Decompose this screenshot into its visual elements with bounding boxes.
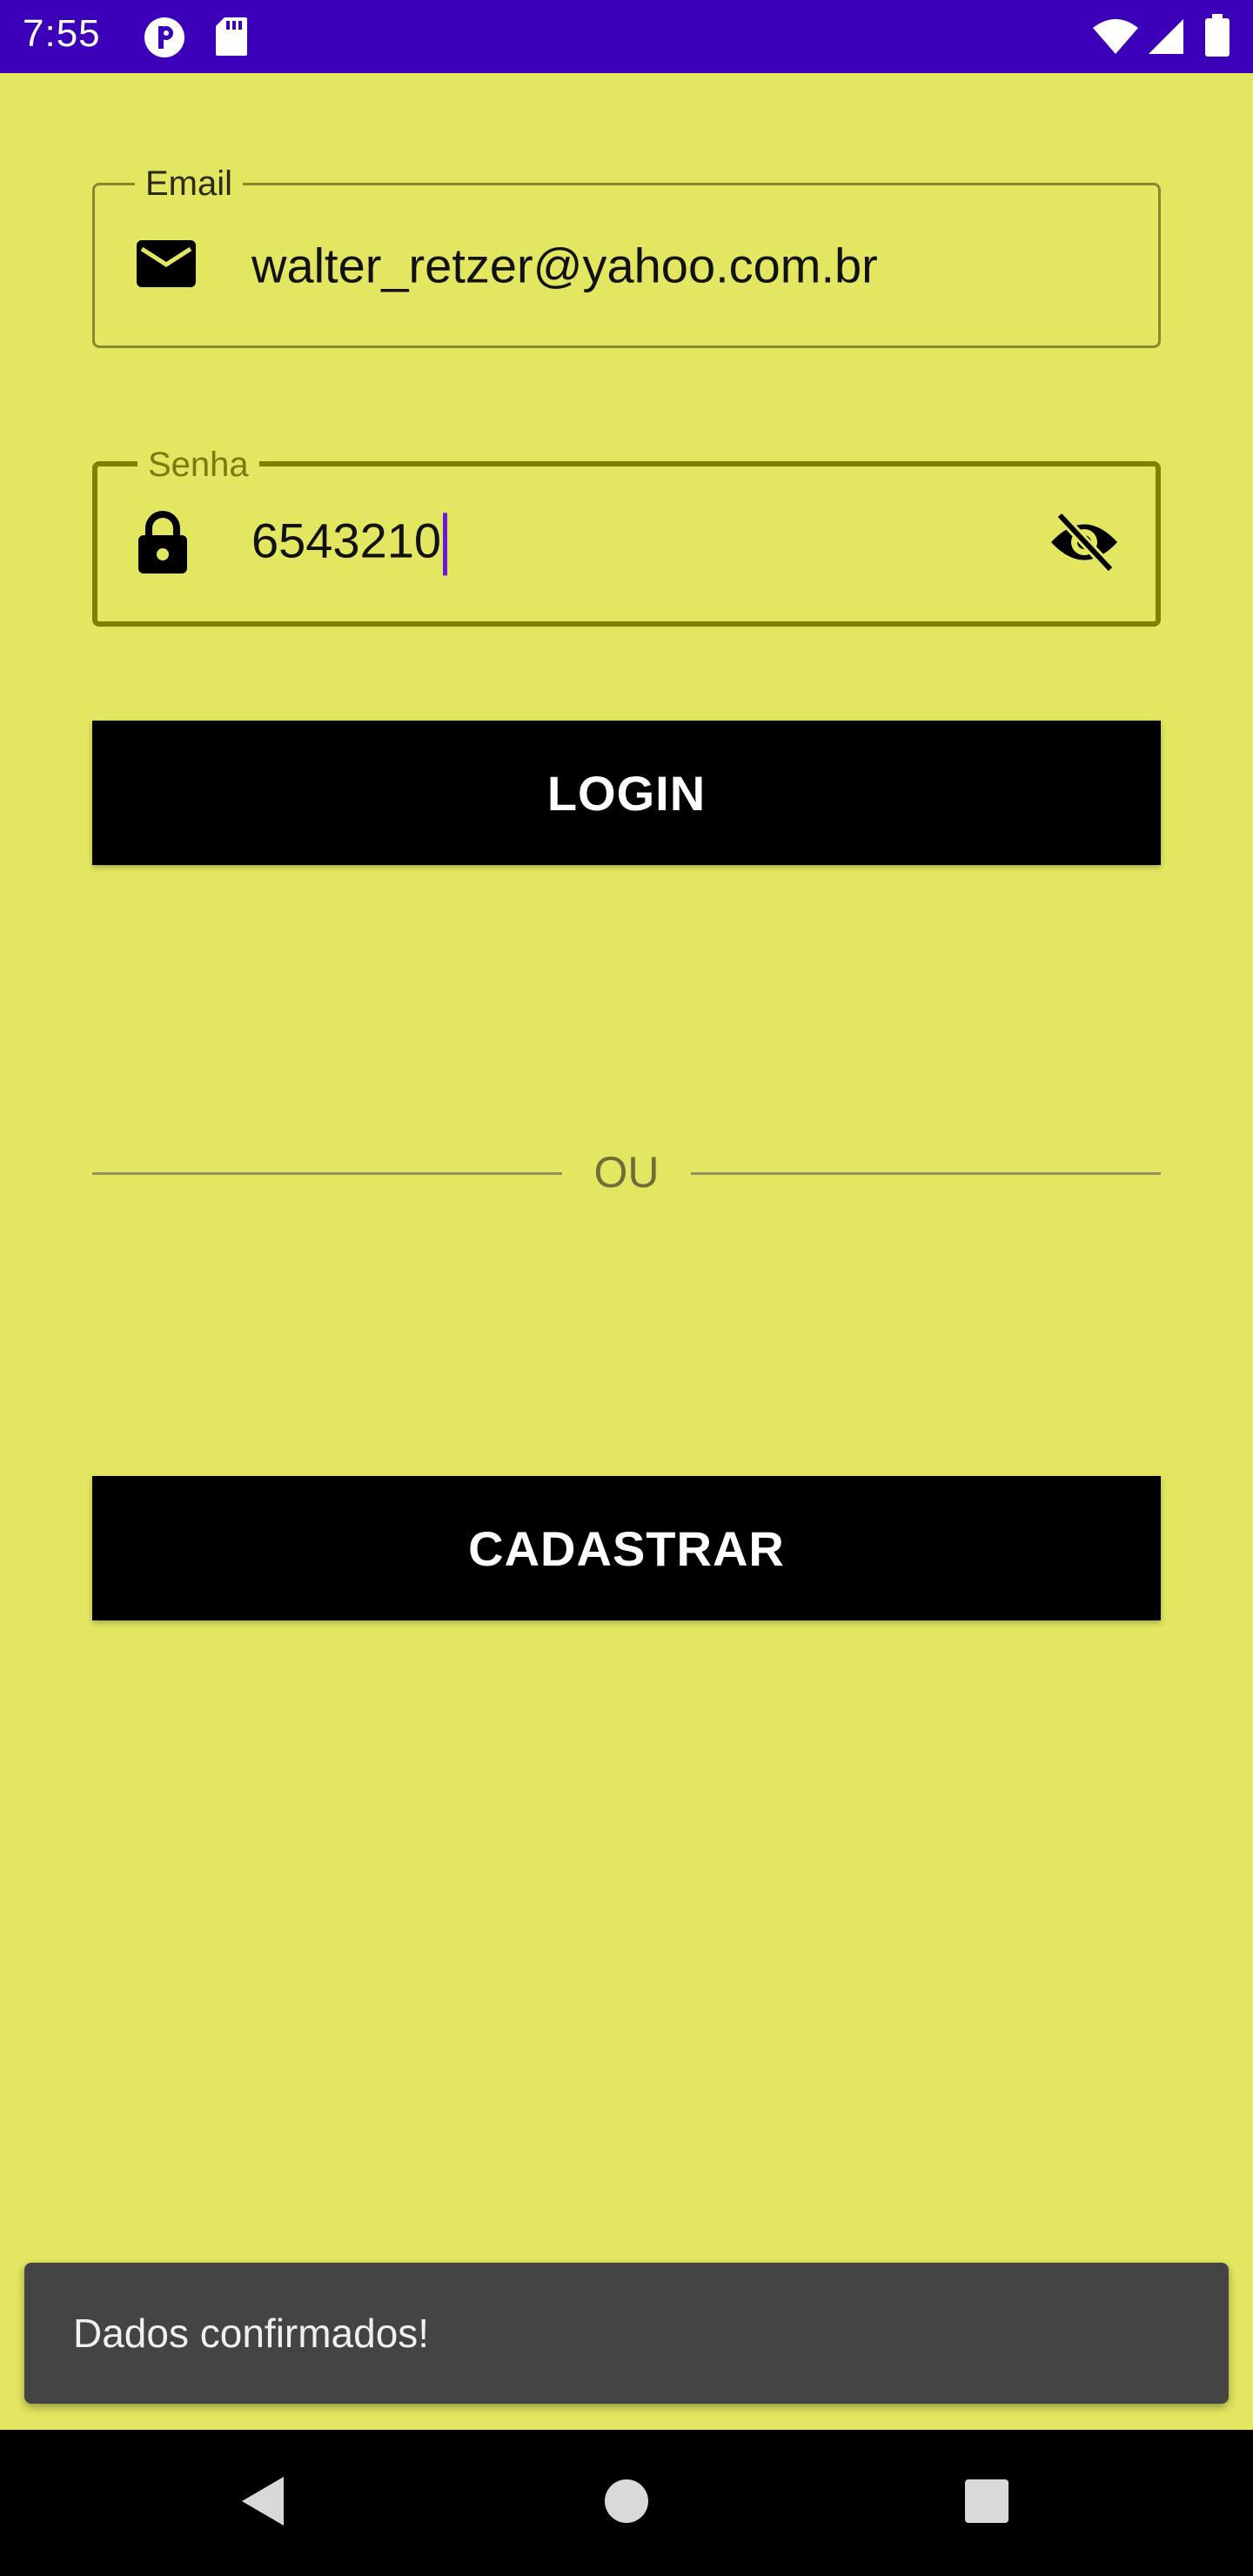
password-label: Senha	[137, 444, 259, 486]
notification-app-icon	[143, 16, 186, 63]
password-field[interactable]: Senha 6543210	[92, 444, 1161, 627]
wifi-icon	[1091, 17, 1140, 59]
visibility-off-icon[interactable]	[1048, 511, 1121, 576]
login-button[interactable]: LOGIN	[92, 721, 1161, 865]
lock-icon	[135, 509, 191, 579]
navigation-bar	[0, 2430, 1253, 2576]
snackbar-message: Dados confirmados!	[73, 2311, 430, 2356]
email-input[interactable]: walter_retzer@yahoo.com.br	[251, 238, 878, 294]
status-bar: 7:55	[0, 0, 1253, 73]
divider-left	[92, 1172, 562, 1175]
divider-text: OU	[593, 1148, 660, 1197]
signal-icon	[1147, 17, 1185, 59]
email-field[interactable]: Email walter_retzer@yahoo.com.br	[92, 163, 1161, 348]
password-value: 6543210	[251, 513, 442, 568]
recents-icon[interactable]	[964, 2479, 1009, 2527]
envelope-icon	[135, 238, 198, 292]
battery-icon	[1204, 14, 1230, 61]
back-icon[interactable]	[238, 2475, 287, 2531]
snackbar: Dados confirmados!	[24, 2263, 1229, 2404]
status-time: 7:55	[23, 12, 101, 55]
email-label: Email	[135, 163, 244, 205]
password-input[interactable]: 6543210	[251, 512, 448, 576]
divider-right	[691, 1172, 1161, 1175]
signup-button[interactable]: CADASTRAR	[92, 1476, 1161, 1620]
text-cursor	[443, 513, 448, 576]
home-icon[interactable]	[603, 2478, 650, 2528]
sd-card-icon	[214, 16, 249, 61]
